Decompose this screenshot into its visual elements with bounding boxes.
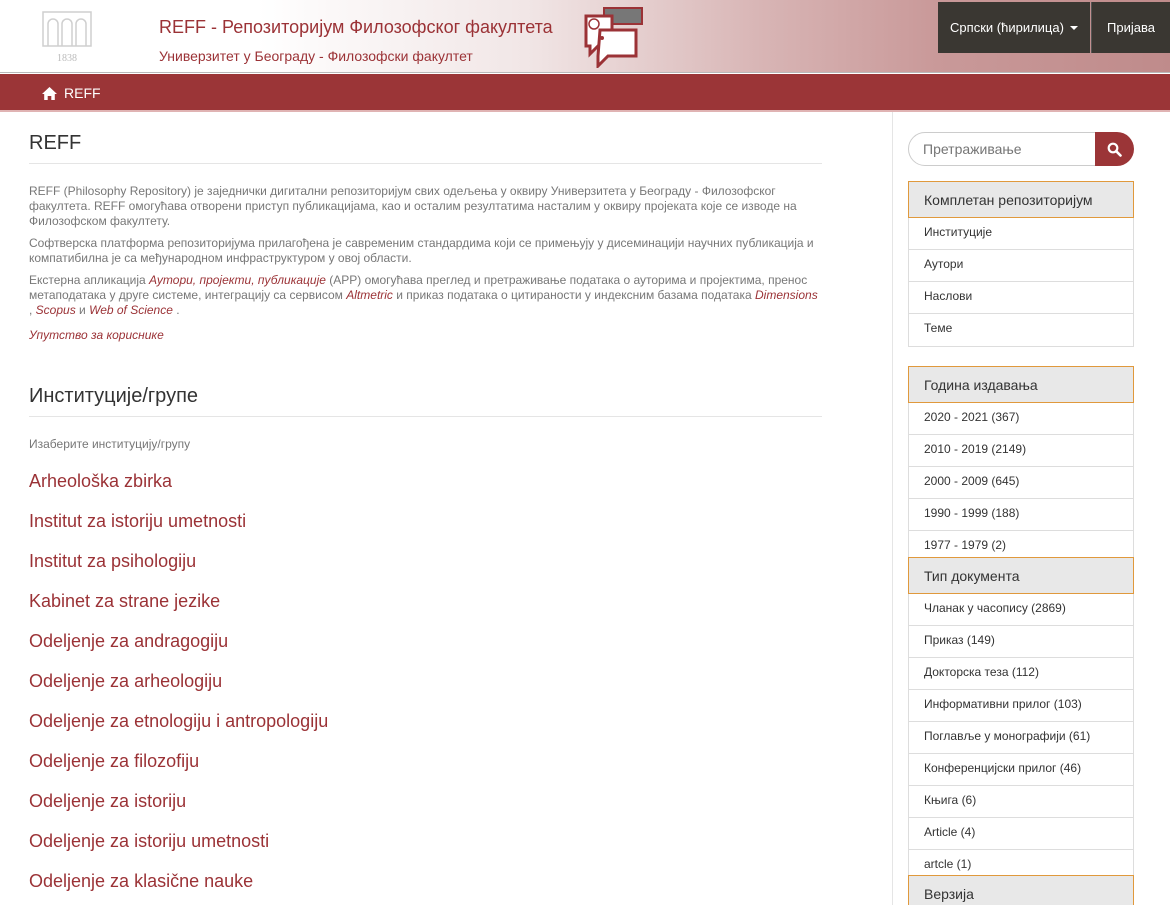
altmetric-link[interactable]: Altmetric bbox=[346, 288, 393, 302]
year-facet-item[interactable]: 2020 - 2021 (367) bbox=[909, 403, 1133, 435]
community-link[interactable]: Odeljenje za arheologiju bbox=[29, 670, 328, 710]
search-icon bbox=[1107, 142, 1122, 157]
site-subtitle[interactable]: Универзитет у Београду - Филозофски факу… bbox=[159, 48, 473, 64]
community-list: Arheološka zbirka Institut za istoriju u… bbox=[29, 470, 328, 905]
intro-text-segment: , bbox=[29, 303, 36, 317]
doctype-facet-item[interactable]: Чланак у часопису (2869) bbox=[909, 594, 1133, 626]
community-link[interactable]: Institut za istoriju umetnosti bbox=[29, 510, 328, 550]
browse-authors-link[interactable]: Аутори bbox=[909, 250, 1133, 282]
panel-list: 2020 - 2021 (367) 2010 - 2019 (2149) 200… bbox=[908, 403, 1134, 562]
browse-subjects-link[interactable]: Теме bbox=[909, 314, 1133, 347]
language-dropdown-button[interactable]: Српски (ћирилица) bbox=[938, 2, 1090, 53]
breadcrumb-home-label: REFF bbox=[64, 85, 101, 101]
section-title: Институције/групе bbox=[29, 385, 199, 407]
caret-down-icon bbox=[1069, 25, 1078, 30]
scopus-link[interactable]: Scopus bbox=[36, 303, 76, 317]
divider bbox=[29, 416, 822, 417]
logo-year: 1838 bbox=[57, 53, 77, 64]
community-link[interactable]: Odeljenje za klasične nauke bbox=[29, 870, 328, 905]
intro-text-segment: . bbox=[172, 303, 180, 317]
language-label: Српски (ћирилица) bbox=[950, 20, 1064, 35]
doctype-facet-item[interactable]: Приказ (149) bbox=[909, 626, 1133, 658]
doctype-facet-item[interactable]: Поглавље у монографији (61) bbox=[909, 722, 1133, 754]
community-link[interactable]: Arheološka zbirka bbox=[29, 470, 328, 510]
panel-heading: Комплетан репозиторијум bbox=[908, 181, 1134, 218]
breadcrumb-home-link[interactable]: REFF bbox=[42, 85, 101, 101]
panel-heading: Година издавања bbox=[908, 366, 1134, 403]
divider bbox=[29, 163, 822, 164]
intro-text: REFF (Philosophy Repository) је заједнич… bbox=[29, 184, 822, 350]
search-button[interactable] bbox=[1095, 132, 1134, 166]
community-link[interactable]: Kabinet za strane jezike bbox=[29, 590, 328, 630]
intro-text-segment: и bbox=[75, 303, 90, 317]
intro-text-segment: и приказ података о цитираности у индекс… bbox=[392, 288, 755, 302]
site-header: 1838 REFF - Репозиторијум Филозофског фа… bbox=[0, 0, 1170, 73]
community-link[interactable]: Odeljenje za istoriju bbox=[29, 790, 328, 830]
doctype-facet-panel: Тип документа Чланак у часопису (2869) П… bbox=[908, 557, 1134, 882]
community-link[interactable]: Odeljenje za filozofiju bbox=[29, 750, 328, 790]
site-title[interactable]: REFF - Репозиторијум Филозофског факулте… bbox=[159, 17, 553, 38]
browse-communities-link[interactable]: Институције bbox=[909, 218, 1133, 250]
sidebar-divider bbox=[892, 112, 893, 905]
login-button[interactable]: Пријава bbox=[1091, 2, 1170, 53]
doctype-facet-item[interactable]: Конференцијски прилог (46) bbox=[909, 754, 1133, 786]
doctype-facet-item[interactable]: Докторска теза (112) bbox=[909, 658, 1133, 690]
browse-repository-panel: Комплетан репозиторијум Институције Ауто… bbox=[908, 181, 1134, 347]
user-guide-link[interactable]: Упутство за кориснике bbox=[29, 328, 164, 342]
page-title: REFF bbox=[29, 132, 82, 154]
year-facet-item[interactable]: 2010 - 2019 (2149) bbox=[909, 435, 1133, 467]
intro-paragraph-1: REFF (Philosophy Repository) је заједнич… bbox=[29, 184, 797, 228]
choose-label: Изаберите институцију/групу bbox=[29, 437, 191, 451]
app-link[interactable]: Аутори, пројекти, публикације bbox=[149, 273, 326, 287]
panel-list: Институције Аутори Наслови Теме bbox=[908, 218, 1134, 347]
web-of-science-link[interactable]: Web of Science bbox=[89, 303, 173, 317]
community-link[interactable]: Institut za psihologiju bbox=[29, 550, 328, 590]
intro-text-segment: Екстерна апликација bbox=[29, 273, 150, 287]
intro-paragraph-3: Екстерна апликација Аутори, пројекти, пу… bbox=[29, 273, 822, 318]
community-link[interactable]: Odeljenje za andragogiju bbox=[29, 630, 328, 670]
breadcrumb-bar: REFF bbox=[0, 74, 1170, 112]
search-input[interactable] bbox=[908, 132, 1096, 166]
panel-heading: Тип документа bbox=[908, 557, 1134, 594]
browse-titles-link[interactable]: Наслови bbox=[909, 282, 1133, 314]
university-logo[interactable]: 1838 bbox=[40, 8, 94, 64]
community-link[interactable]: Odeljenje za etnologiju i antropologiju bbox=[29, 710, 328, 750]
chat-bubbles-icon bbox=[584, 7, 643, 68]
panel-list: Чланак у часопису (2869) Приказ (149) До… bbox=[908, 594, 1134, 882]
home-icon bbox=[42, 86, 57, 100]
doctype-facet-item[interactable]: Информативни прилог (103) bbox=[909, 690, 1133, 722]
year-facet-panel: Година издавања 2020 - 2021 (367) 2010 -… bbox=[908, 366, 1134, 562]
community-link[interactable]: Odeljenje za istoriju umetnosti bbox=[29, 830, 328, 870]
version-facet-panel: Верзија bbox=[908, 875, 1134, 905]
intro-paragraph-2: Софтверска платформа репозиторијума прил… bbox=[29, 236, 814, 265]
doctype-facet-item[interactable]: Article (4) bbox=[909, 818, 1133, 850]
doctype-facet-item[interactable]: Књига (6) bbox=[909, 786, 1133, 818]
panel-heading: Верзија bbox=[908, 875, 1134, 905]
year-facet-item[interactable]: 1990 - 1999 (188) bbox=[909, 499, 1133, 531]
dimensions-link[interactable]: Dimensions bbox=[755, 288, 818, 302]
year-facet-item[interactable]: 2000 - 2009 (645) bbox=[909, 467, 1133, 499]
